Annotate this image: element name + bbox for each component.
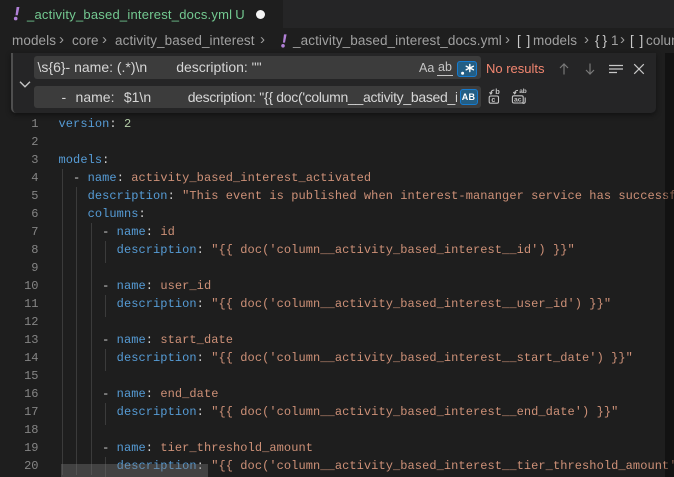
svg-text:b: b: [495, 88, 500, 96]
svg-text:ab: ab: [519, 88, 527, 95]
svg-text:ac: ac: [514, 97, 522, 104]
svg-text:c: c: [491, 97, 495, 104]
